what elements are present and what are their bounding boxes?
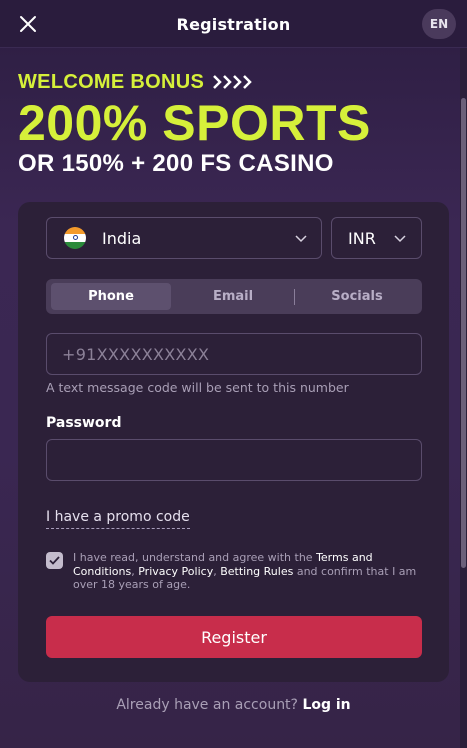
registration-method-tabs: Phone Email Socials xyxy=(46,279,422,314)
currency-select[interactable]: INR xyxy=(331,217,422,259)
password-input[interactable] xyxy=(46,439,422,481)
login-prompt: Already have an account? Log in xyxy=(0,697,467,713)
welcome-bonus-row: WELCOME BONUS xyxy=(18,68,458,96)
top-bar: Registration EN xyxy=(0,0,467,48)
registration-form: India INR Phone Email Socials +91XXXXXXX… xyxy=(18,202,449,682)
language-button[interactable]: EN xyxy=(422,9,456,39)
terms-checkbox[interactable] xyxy=(46,552,63,569)
scrollbar-track[interactable] xyxy=(460,48,467,748)
tab-divider xyxy=(294,289,295,305)
bonus-subline: OR 150% + 200 FS CASINO xyxy=(18,150,334,177)
chevron-down-icon xyxy=(394,235,406,243)
tab-socials[interactable]: Socials xyxy=(296,283,418,310)
login-prompt-text: Already have an account? xyxy=(116,697,298,713)
scrollbar-thumb[interactable] xyxy=(461,98,466,568)
country-value: India xyxy=(102,228,142,248)
password-label: Password xyxy=(46,415,122,431)
welcome-bonus-banner: WELCOME BONUS 200% SPORTS OR 150% + 200 … xyxy=(18,68,458,178)
currency-value: INR xyxy=(348,228,376,248)
register-button[interactable]: Register xyxy=(46,616,422,658)
login-link[interactable]: Log in xyxy=(302,697,350,713)
phone-input[interactable]: +91XXXXXXXXXX xyxy=(46,333,422,375)
betting-rules-link[interactable]: Betting Rules xyxy=(220,565,293,578)
phone-hint: A text message code will be sent to this… xyxy=(46,380,349,395)
check-icon xyxy=(49,556,60,565)
welcome-bonus-label: WELCOME BONUS xyxy=(18,70,205,93)
chevron-down-icon xyxy=(295,235,307,243)
country-select[interactable]: India xyxy=(46,217,322,259)
tab-email[interactable]: Email xyxy=(172,283,294,310)
india-flag-icon xyxy=(64,227,86,249)
promo-code-link[interactable]: I have a promo code xyxy=(46,509,190,529)
terms-text-start: I have read, understand and agree with t… xyxy=(73,551,317,564)
chevrons-right-icon xyxy=(212,74,260,90)
terms-text: I have read, understand and agree with t… xyxy=(73,551,425,592)
privacy-policy-link[interactable]: Privacy Policy xyxy=(138,565,213,578)
bonus-headline: 200% SPORTS xyxy=(18,95,371,151)
page-title: Registration xyxy=(176,14,291,34)
tab-phone[interactable]: Phone xyxy=(51,283,171,310)
